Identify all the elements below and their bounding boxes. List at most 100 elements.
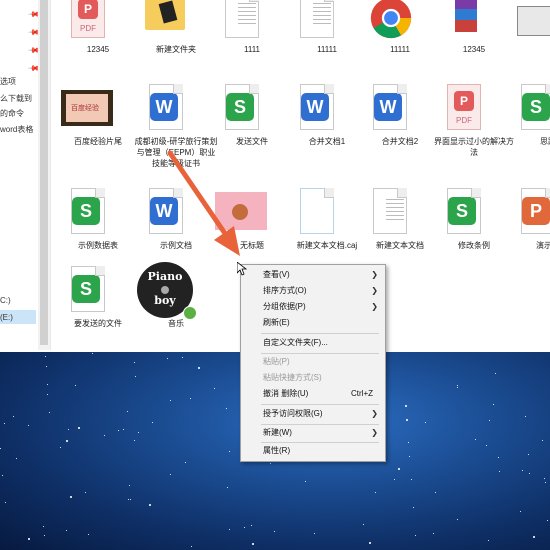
menu-item-customize-folder[interactable]: 自定义文件夹(F)... — [241, 335, 385, 351]
file-item[interactable]: W 成都初级-研学旅行策划与管理（EEPM）职业技能等级证书 — [135, 84, 217, 168]
star — [492, 404, 494, 406]
star — [244, 526, 246, 528]
file-item[interactable]: 11111 — [365, 0, 435, 70]
file-item[interactable]: 无标题 — [215, 188, 287, 266]
file-item[interactable]: 11111 — [292, 0, 362, 70]
file-item[interactable]: S 修改条例 — [439, 188, 509, 266]
file-item[interactable]: W 合并文档1 — [292, 84, 362, 162]
star — [456, 385, 458, 387]
file-item[interactable]: S 发送文件 — [217, 84, 287, 162]
file-item[interactable]: P 演示文 — [513, 188, 550, 266]
star — [169, 400, 171, 402]
chevron-right-icon: ❯ — [371, 286, 378, 295]
menu-item-group[interactable]: 分组依据(P) ❯ — [241, 299, 385, 315]
file-item[interactable]: Piano boy 音乐 — [137, 262, 211, 344]
image-icon — [517, 6, 550, 36]
sidebar-item-drive-e[interactable]: (E:) — [0, 313, 13, 322]
file-item[interactable]: 新建文本文档 — [365, 188, 435, 266]
star — [75, 384, 77, 386]
file-item[interactable]: P PDF 界面显示过小的解决方法 — [434, 84, 514, 162]
cover-text-1: Piano — [147, 270, 183, 283]
wps-sheet-icon: S — [521, 84, 550, 130]
menu-item-undo-delete[interactable]: 撤消 删除(U) Ctrl+Z — [241, 386, 385, 402]
star — [412, 506, 414, 508]
star — [77, 426, 80, 429]
file-item[interactable]: S 要发送的文件 — [63, 266, 133, 344]
sidebar-item-label[interactable]: 么下载到 — [0, 93, 32, 104]
star — [134, 362, 136, 364]
menu-item-refresh[interactable]: 刷新(E) — [241, 315, 385, 331]
star — [495, 372, 497, 374]
star — [0, 448, 2, 450]
wps-sheet-icon: S — [225, 84, 259, 130]
menu-item-label: 刷新(E) — [263, 318, 290, 327]
star — [252, 543, 255, 546]
file-label: 12345 — [462, 45, 486, 54]
file-item[interactable]: 1111 — [217, 0, 287, 70]
star — [68, 429, 70, 431]
file-item[interactable]: W 示例文档 — [141, 188, 211, 266]
sidebar-item-drive-c[interactable]: C:) — [0, 296, 11, 305]
star — [487, 539, 489, 541]
file-item[interactable]: P PDF 12345 — [63, 0, 133, 70]
cover-text-2: boy — [154, 294, 176, 307]
menu-item-paste-shortcut[interactable]: 粘贴快捷方式(S) — [241, 370, 385, 386]
star — [394, 478, 396, 480]
star — [28, 425, 30, 427]
star — [3, 423, 5, 425]
menu-item-paste[interactable]: 粘贴(P) — [241, 354, 385, 370]
star — [43, 535, 45, 537]
file-label: 演示文 — [536, 241, 550, 250]
star — [542, 440, 544, 442]
file-label: 百度经验片尾 — [74, 137, 122, 146]
star — [213, 388, 215, 390]
star — [2, 474, 4, 476]
star — [118, 429, 120, 431]
file-item[interactable]: S 示例数据表 — [63, 188, 133, 266]
sidebar-item-label[interactable]: word表格 — [0, 124, 33, 135]
file-label: 音乐 — [168, 319, 184, 328]
star — [15, 458, 17, 460]
chevron-right-icon: ❯ — [371, 428, 378, 437]
star — [414, 535, 416, 537]
star — [547, 519, 549, 521]
star — [456, 387, 458, 389]
menu-item-view[interactable]: 查看(V) ❯ — [241, 267, 385, 283]
menu-separator — [261, 404, 379, 405]
file-item[interactable]: 百度经验 百度经验片尾 — [61, 84, 133, 162]
text-doc-icon — [225, 0, 259, 38]
file-label: 思路 — [540, 137, 550, 146]
star — [544, 482, 546, 484]
file-item[interactable]: 新建文本文档.caj — [292, 188, 362, 266]
sidebar-item-label[interactable]: 选项 — [0, 76, 16, 87]
star — [13, 416, 15, 418]
menu-item-give-access[interactable]: 授予访问权限(G) ❯ — [241, 406, 385, 422]
file-item[interactable]: S 思路 — [513, 84, 550, 162]
menu-item-label: 排序方式(O) — [263, 286, 307, 295]
star — [66, 439, 69, 442]
star — [226, 486, 228, 488]
menu-item-new[interactable]: 新建(W) ❯ — [241, 425, 385, 441]
star — [520, 510, 522, 512]
menu-item-label: 查看(V) — [263, 270, 290, 279]
file-item[interactable]: 新建文件夹 — [141, 0, 211, 70]
file-label: 要发送的文件 — [74, 319, 122, 328]
sidebar-scrollbar-thumb[interactable] — [40, 0, 48, 345]
star — [137, 431, 139, 433]
menu-item-label: 新建(W) — [263, 428, 292, 437]
text-doc-icon — [373, 188, 407, 234]
file-item[interactable]: 12345 — [439, 0, 509, 70]
sidebar-item-label[interactable]: 的命令 — [0, 108, 24, 119]
star — [363, 524, 365, 526]
star — [128, 498, 130, 500]
file-label: 无标题 — [240, 241, 264, 250]
file-item[interactable]: W 合并文档2 — [365, 84, 435, 162]
star — [521, 469, 523, 471]
file-item[interactable] — [513, 0, 550, 70]
star — [184, 462, 186, 464]
star — [43, 526, 45, 528]
word-doc-icon: W — [149, 188, 183, 234]
menu-item-properties[interactable]: 属性(R) — [241, 443, 385, 459]
video-icon: 百度经验 — [61, 90, 113, 126]
menu-item-sort[interactable]: 排序方式(O) ❯ — [241, 283, 385, 299]
